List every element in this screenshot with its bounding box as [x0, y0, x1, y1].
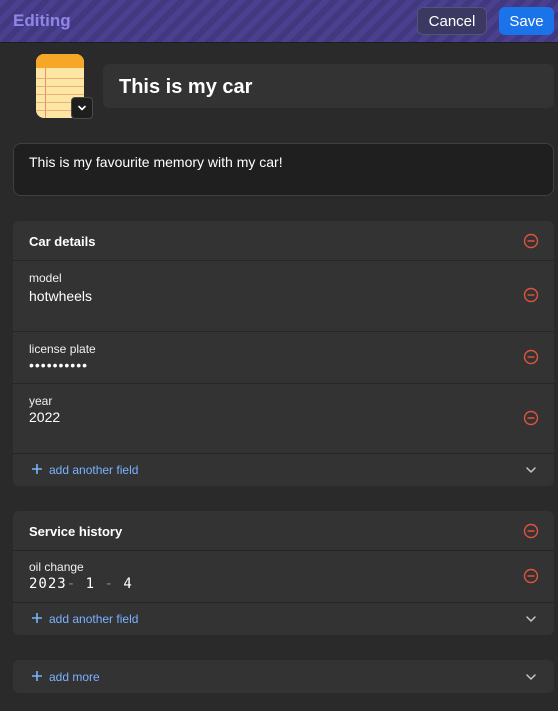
date-day[interactable]: 4: [123, 576, 132, 592]
notes-value: This is my favourite memory with my car!: [29, 154, 283, 170]
plus-icon: [32, 464, 42, 474]
field-value[interactable]: 2022: [29, 409, 60, 425]
field-row-license-plate[interactable]: license plate ••••••••••: [13, 332, 554, 384]
remove-section-icon[interactable]: [523, 233, 539, 249]
section-header: Car details: [13, 221, 554, 261]
field-row-model[interactable]: model hotwheels: [13, 261, 554, 332]
password-value[interactable]: ••••••••••: [29, 357, 88, 373]
title-value: This is my car: [119, 76, 253, 98]
icon-picker-dropdown[interactable]: [71, 97, 93, 119]
section-header: Service history: [13, 511, 554, 551]
add-more-section[interactable]: add more: [13, 660, 554, 693]
chevron-down-icon[interactable]: [525, 464, 537, 476]
chevron-down-icon[interactable]: [525, 671, 537, 683]
page-title: Editing: [13, 11, 71, 30]
date-separator: -: [104, 576, 114, 592]
add-more-row[interactable]: add more: [13, 661, 554, 693]
chevron-down-icon: [78, 105, 86, 111]
date-month[interactable]: 1: [86, 576, 95, 592]
plus-icon: [32, 671, 42, 681]
add-field-button[interactable]: add another field: [49, 612, 138, 626]
cancel-button[interactable]: Cancel: [417, 7, 487, 35]
remove-field-icon[interactable]: [523, 287, 539, 303]
section-title: Car details: [29, 234, 96, 249]
editing-toolbar: Editing Cancel Save: [0, 0, 558, 43]
field-value[interactable]: hotwheels: [29, 288, 92, 304]
date-value[interactable]: 2023- 1 - 4: [29, 576, 133, 592]
section-title: Service history: [29, 524, 123, 539]
field-row-year[interactable]: year 2022: [13, 384, 554, 454]
remove-field-icon[interactable]: [523, 410, 539, 426]
field-label: model: [29, 271, 62, 285]
remove-section-icon[interactable]: [523, 523, 539, 539]
section-service-history: Service history oil change 2023- 1 - 4 a…: [13, 511, 554, 635]
plus-icon: [32, 613, 42, 623]
remove-field-icon[interactable]: [523, 349, 539, 365]
save-button[interactable]: Save: [499, 7, 554, 35]
notes-field[interactable]: This is my favourite memory with my car!: [13, 143, 554, 196]
section-car-details: Car details model hotwheels license plat…: [13, 221, 554, 486]
add-more-button[interactable]: add more: [49, 670, 100, 684]
remove-field-icon[interactable]: [523, 568, 539, 584]
field-label: year: [29, 394, 53, 408]
add-field-button[interactable]: add another field: [49, 463, 138, 477]
chevron-down-icon[interactable]: [525, 613, 537, 625]
add-field-row[interactable]: add another field: [13, 603, 554, 635]
date-year[interactable]: 2023: [29, 576, 67, 592]
date-separator: -: [66, 576, 77, 592]
field-label: oil change: [29, 560, 84, 574]
add-field-row[interactable]: add another field: [13, 454, 554, 486]
field-label: license plate: [29, 342, 96, 356]
title-field[interactable]: This is my car: [103, 64, 554, 108]
field-row-oil-change[interactable]: oil change 2023- 1 - 4: [13, 551, 554, 603]
